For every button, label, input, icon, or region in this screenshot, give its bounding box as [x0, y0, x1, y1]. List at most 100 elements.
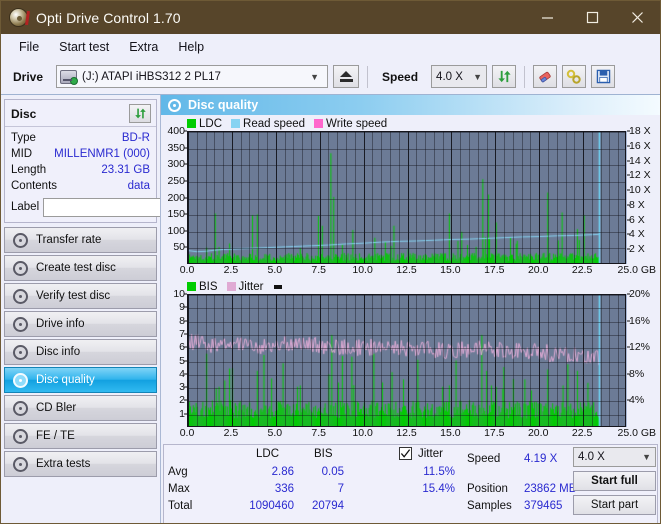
grid-line-v: [495, 132, 496, 263]
grid-line-v: [372, 295, 373, 426]
tools-button[interactable]: [562, 65, 587, 88]
grid-line-v: [530, 295, 531, 426]
grid-line-v: [293, 295, 294, 426]
grid-line-v: [311, 132, 312, 263]
y2-tick-mark: [627, 219, 630, 221]
test-speed-value: 4.0 X: [578, 451, 605, 463]
disc-row-length: Length 23.31 GB: [11, 162, 150, 178]
sidebar-item-verify-test-disc[interactable]: Verify test disc: [4, 283, 157, 309]
grid-line-v: [197, 295, 198, 426]
sidebar-item-transfer-rate[interactable]: Transfer rate: [4, 227, 157, 253]
x-tick-label: 5.0: [267, 264, 283, 276]
grid-line-v: [223, 295, 224, 426]
chart1-x-axis: 0.0 2.5 5.0 7.5 10.0 12.5 15.0 17.5 20.0 22.5 25.0…: [180, 264, 656, 279]
sidebar-item-disc-info[interactable]: Disc info: [4, 339, 157, 365]
drive-icon: [60, 69, 79, 85]
y2-tick-label: 16%: [629, 314, 651, 327]
x-tick-label: 17.5: [484, 427, 505, 439]
grid-line-v: [451, 132, 452, 263]
grid-line-v: [337, 295, 338, 426]
charts-area: LDC Read speed Write speed 400 350 300 250 2…: [161, 115, 660, 442]
menu-item-help[interactable]: Help: [168, 37, 214, 57]
disc-icon: [13, 344, 28, 360]
sidebar-item-extra-tests[interactable]: Extra tests: [4, 451, 157, 477]
disc-refresh-button[interactable]: [129, 104, 151, 123]
menu-item-start-test[interactable]: Start test: [49, 37, 119, 57]
grid-line-v: [320, 295, 321, 426]
test-speed-select[interactable]: 4.0 X ▼: [573, 447, 656, 467]
grid-line-v: [372, 132, 373, 263]
save-button[interactable]: [591, 65, 616, 88]
x-tick-label: 22.5: [571, 427, 593, 439]
grid-line-v: [285, 295, 286, 426]
stats-row-total: Total: [168, 500, 193, 512]
disc-panel-header: Disc: [5, 100, 156, 127]
maximize-icon[interactable]: [570, 1, 615, 34]
grid-line-v: [478, 132, 479, 263]
grid-line-h: [188, 348, 625, 349]
start-full-button[interactable]: Start full: [573, 471, 656, 491]
sidebar-item-label: Create test disc: [36, 262, 116, 274]
y2-tick-mark: [627, 233, 630, 235]
menu-item-file[interactable]: File: [9, 37, 49, 57]
sidebar-item-create-test-disc[interactable]: Create test disc: [4, 255, 157, 281]
sidebar-item-drive-info[interactable]: Drive info: [4, 311, 157, 337]
speed-select[interactable]: 4.0 X ▼: [431, 65, 488, 88]
grid-line-h: [188, 308, 625, 309]
legend-label: Write speed: [326, 117, 388, 130]
x-tick-label: 2.5: [223, 427, 239, 439]
grid-line-v: [495, 295, 496, 426]
chart1-plot-area: [187, 131, 626, 264]
toolbar-divider: [524, 65, 526, 88]
grid-line-v: [249, 132, 250, 263]
x-tick-label: 20.0: [527, 264, 549, 276]
minimize-icon[interactable]: [525, 1, 570, 34]
chart2-y-axis-left: 10 9 8 7 6 5 4 3 2 1: [161, 288, 187, 427]
sidebar-item-fe-te[interactable]: FE / TE: [4, 423, 157, 449]
stats-position-value: 23862 MB: [524, 483, 577, 495]
drive-toolbar: Drive (J:) ATAPI iHBS312 2 PL17 ▼ Speed …: [1, 59, 660, 95]
disc-icon: [13, 288, 28, 304]
legend-label: LDC: [199, 117, 223, 130]
drive-select[interactable]: (J:) ATAPI iHBS312 2 PL17 ▼: [56, 65, 329, 88]
jitter-toggle[interactable]: Jitter: [399, 447, 443, 460]
stats-total-ldc: 1090460: [249, 500, 294, 512]
y-tick-label: 150: [167, 208, 185, 221]
stats-avg-jitter: 11.5%: [423, 466, 455, 478]
close-icon[interactable]: [615, 1, 660, 34]
chevron-down-icon: ▼: [473, 71, 483, 82]
grid-line-v: [548, 295, 549, 426]
speed-label: Speed: [382, 69, 419, 84]
disc-label-key: Label: [11, 201, 40, 213]
erase-button[interactable]: [533, 65, 558, 88]
grid-line-v: [258, 132, 259, 263]
grid-line-v: [408, 295, 409, 426]
menu-item-extra[interactable]: Extra: [119, 37, 168, 57]
sidebar-item-disc-quality[interactable]: Disc quality: [4, 367, 157, 393]
start-part-button[interactable]: Start part: [573, 495, 656, 515]
grid-line-v: [609, 295, 610, 426]
grid-line-v: [443, 132, 444, 263]
jitter-checkbox[interactable]: [399, 447, 412, 460]
eject-button[interactable]: [333, 65, 360, 88]
refresh-button[interactable]: [492, 65, 517, 88]
disc-row-key: Length: [11, 164, 47, 176]
grid-line-v: [460, 132, 461, 263]
grid-line-v: [188, 295, 189, 426]
eject-icon: [340, 71, 353, 77]
grid-line-h: [188, 149, 625, 150]
grid-line-v: [504, 295, 505, 426]
y2-tick-mark: [627, 189, 630, 191]
grid-line-v: [206, 295, 207, 426]
chart1-y-axis-left: 400 350 300 250 200 150 100 50: [161, 125, 187, 264]
grid-line-v: [451, 295, 452, 426]
y2-tick-mark: [627, 293, 630, 295]
x-tick-label: 2.5: [223, 264, 239, 276]
chart-bis-jitter: BIS Jitter 10 9 8 7 6 5 4 3 2 1 20% 16% 12%: [161, 279, 660, 442]
stats-max-bis: 7: [337, 483, 344, 495]
grid-line-v: [460, 295, 461, 426]
grid-line-h: [188, 215, 625, 216]
y2-tick-label: 8 X: [629, 198, 645, 211]
sidebar-item-label: Drive info: [36, 318, 85, 330]
sidebar-item-cd-bler[interactable]: CD Bler: [4, 395, 157, 421]
